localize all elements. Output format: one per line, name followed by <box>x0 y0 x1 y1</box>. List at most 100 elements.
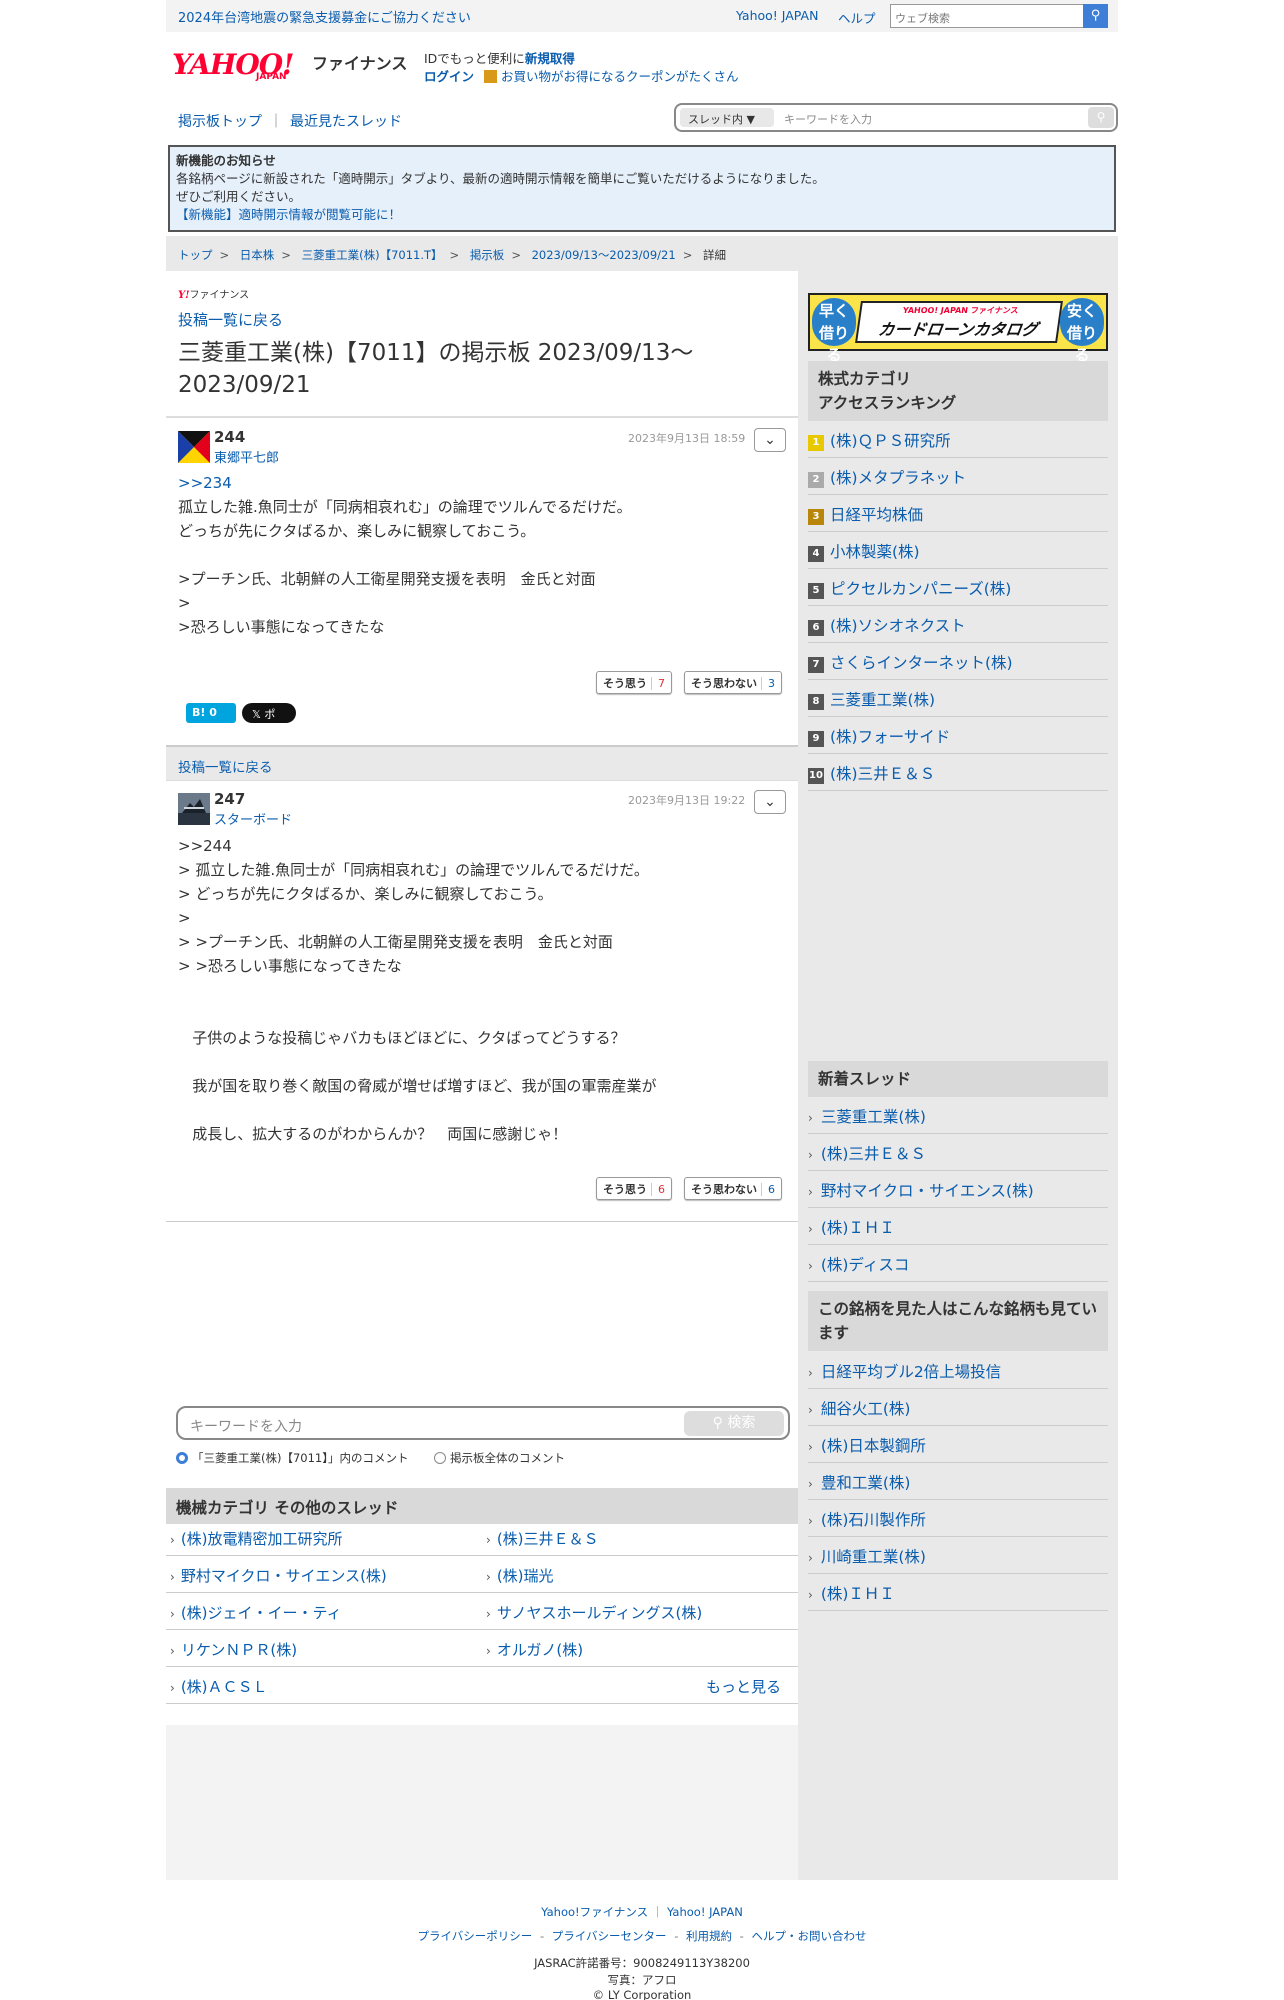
also-viewed-link[interactable]: (株)石川製作所 <box>808 1500 1108 1537</box>
ranking-item[interactable]: 7 さくらインターネット(株) <box>808 643 1108 680</box>
disagree-button[interactable]: そう思わない 6 <box>684 1177 782 1200</box>
breadcrumb-jp-stocks[interactable]: 日本株 <box>240 248 275 262</box>
board-search-input[interactable]: キーワードを入力 <box>784 111 872 127</box>
footer-yj-link[interactable]: Yahoo! JAPAN <box>667 1905 743 1919</box>
back-to-list-bar[interactable]: 投稿一覧に戻る <box>166 745 798 781</box>
ranking-item[interactable]: 1 (株)ＱＰＳ研究所 <box>808 421 1108 458</box>
avatar[interactable] <box>178 793 210 825</box>
new-thread-link[interactable]: (株)ＩＨＩ <box>808 1208 1108 1245</box>
ad-right-badge: 安く借りる <box>1060 298 1104 364</box>
new-thread-link[interactable]: 三菱重工業(株) <box>808 1097 1108 1134</box>
other-thread-link[interactable]: (株)ジェイ・イー・ティ <box>170 1602 342 1623</box>
ranking-item[interactable]: 9 (株)フォーサイド <box>808 717 1108 754</box>
scope-radio-thread[interactable]: 「三菱重工業(株)【7011】」内のコメント <box>176 1450 409 1466</box>
notice-line: ぜひご利用ください。 <box>176 189 302 204</box>
board-search: スレッド内 ▼ キーワードを入力 ⚲ <box>674 103 1118 132</box>
also-viewed-link[interactable]: 細谷火工(株) <box>808 1389 1108 1426</box>
hatena-bookmark-button[interactable]: B! 0 <box>186 703 236 723</box>
divider <box>166 1221 798 1222</box>
also-viewed-link[interactable]: 豊和工業(株) <box>808 1463 1108 1500</box>
footer-finance-link[interactable]: Yahoo!ファイナンス <box>541 1905 648 1919</box>
finance-title[interactable]: ファイナンス <box>312 50 407 74</box>
other-thread-link[interactable]: (株)放電精密加工研究所 <box>170 1528 343 1549</box>
ad-space <box>808 796 1108 1051</box>
breadcrumb-stock[interactable]: 三菱重工業(株)【7011.T】 <box>302 248 443 262</box>
post-number[interactable]: 247 <box>214 790 245 808</box>
rank-9-badge: 9 <box>808 731 824 747</box>
scope-radio-all[interactable]: 掲示板全体のコメント <box>434 1450 565 1466</box>
terms-link[interactable]: 利用規約 <box>686 1929 732 1943</box>
ranking-item[interactable]: 6 (株)ソシオネクスト <box>808 606 1108 643</box>
also-viewed-link[interactable]: 日経平均ブル2倍上場投信 <box>808 1352 1108 1389</box>
new-thread-link[interactable]: 野村マイクロ・サイエンス(株) <box>808 1171 1108 1208</box>
donation-notice-link[interactable]: 2024年台湾地震の緊急支援募金にご協力ください <box>178 7 471 26</box>
avatar[interactable] <box>178 431 210 463</box>
other-thread-link[interactable]: (株)瑞光 <box>486 1565 554 1586</box>
login-row: ログイン お買い物がお得になるクーポンがたくさん <box>424 66 739 85</box>
copyright: © LY Corporation <box>592 1988 692 2000</box>
card-loan-ad-banner[interactable]: 早く借りる YAHOO! JAPAN ファイナンス カードローンカタログ 安く借… <box>808 293 1108 364</box>
x-post-button[interactable]: 𝕏 ポスト <box>242 703 296 737</box>
also-viewed-link[interactable]: (株)ＩＨＩ <box>808 1574 1108 1611</box>
reply-link[interactable]: >>234 <box>178 471 232 495</box>
other-thread-link[interactable]: 野村マイクロ・サイエンス(株) <box>170 1565 387 1586</box>
login-link[interactable]: ログイン <box>424 69 474 84</box>
top-bar: 2024年台湾地震の緊急支援募金にご協力ください Yahoo! JAPAN ヘル… <box>166 0 1118 32</box>
privacy-policy-link[interactable]: プライバシーポリシー <box>418 1929 533 1943</box>
post-author[interactable]: スターボード <box>214 809 292 828</box>
other-thread-link[interactable]: (株)三井Ｅ＆Ｓ <box>486 1528 599 1549</box>
disagree-button[interactable]: そう思わない 3 <box>684 671 782 694</box>
web-search-button[interactable]: ⚲ <box>1083 4 1108 28</box>
notice-title: 新機能のお知らせ <box>176 153 276 168</box>
board-search-button[interactable]: ⚲ <box>1088 107 1114 128</box>
board-top-link[interactable]: 掲示板トップ <box>178 114 262 130</box>
ranking-item[interactable]: 8 三菱重工業(株) <box>808 680 1108 717</box>
other-thread-link[interactable]: サノヤスホールディングス(株) <box>486 1602 702 1623</box>
agree-count: 7 <box>651 677 665 690</box>
also-viewed-link[interactable]: 川崎重工業(株) <box>808 1537 1108 1574</box>
privacy-center-link[interactable]: プライバシーセンター <box>552 1929 667 1943</box>
other-threads-heading: 機械カテゴリ その他のスレッド <box>166 1488 798 1524</box>
ranking-item[interactable]: 10 (株)三井Ｅ＆Ｓ <box>808 754 1108 791</box>
agree-button[interactable]: そう思う 7 <box>596 671 672 694</box>
yahoo-japan-link[interactable]: Yahoo! JAPAN <box>736 8 818 23</box>
notice-link[interactable]: 【新機能】適時開示情報が閲覧可能に！ <box>176 206 1108 224</box>
post-author[interactable]: 東郷平七郎 <box>214 447 279 466</box>
rank-6-badge: 6 <box>808 620 824 636</box>
coupon-icon <box>484 70 498 83</box>
divider <box>166 1629 798 1630</box>
register-link[interactable]: 新規取得 <box>525 51 575 66</box>
recent-threads-link[interactable]: 最近見たスレッド <box>290 114 402 130</box>
ranking-item[interactable]: 2 (株)メタプラネット <box>808 458 1108 495</box>
divider <box>166 1555 798 1556</box>
new-thread-link[interactable]: (株)ディスコ <box>808 1245 1108 1282</box>
ranking-item[interactable]: 3 日経平均株価 <box>808 495 1108 532</box>
also-viewed-link[interactable]: (株)日本製鋼所 <box>808 1426 1108 1463</box>
rank-2-badge: 2 <box>808 472 824 488</box>
web-search-input[interactable]: ウェブ検索 <box>890 4 1084 28</box>
ad-center: YAHOO! JAPAN ファイナンス カードローンカタログ <box>855 301 1063 343</box>
coupon-link[interactable]: お買い物がお得になるクーポンがたくさん <box>501 69 739 84</box>
more-threads-link[interactable]: もっと見る <box>706 1676 781 1697</box>
bottom-search-button[interactable]: ⚲ 検索 <box>684 1411 784 1436</box>
bottom-search-input[interactable]: キーワードを入力 <box>190 1416 302 1436</box>
ranking-item[interactable]: 5 ピクセルカンパニーズ(株) <box>808 569 1108 606</box>
search-scope-select[interactable]: スレッド内 ▼ <box>680 108 774 127</box>
back-to-list-link[interactable]: 投稿一覧に戻る <box>178 309 283 330</box>
ranking-item[interactable]: 4 小林製薬(株) <box>808 532 1108 569</box>
new-thread-link[interactable]: (株)三井Ｅ＆Ｓ <box>808 1134 1108 1171</box>
post-date: 2023年9月13日 18:59 <box>628 432 746 445</box>
post-menu-button[interactable]: ⌄ <box>754 790 786 814</box>
other-thread-link[interactable]: リケンＮＰＲ(株) <box>170 1639 297 1660</box>
yahoo-japan-logo[interactable]: YAHOO! JAPAN <box>172 48 310 82</box>
other-thread-link[interactable]: オルガノ(株) <box>486 1639 583 1660</box>
other-thread-link[interactable]: (株)ＡＣＳＬ <box>170 1676 268 1697</box>
breadcrumb-top[interactable]: トップ <box>178 248 213 262</box>
post-number[interactable]: 244 <box>214 428 245 446</box>
help-contact-link[interactable]: ヘルプ・お問い合わせ <box>751 1929 866 1943</box>
help-link[interactable]: ヘルプ <box>838 8 876 27</box>
breadcrumb-board[interactable]: 掲示板 <box>470 248 505 262</box>
breadcrumb-period[interactable]: 2023/09/13〜2023/09/21 <box>532 248 676 262</box>
agree-button[interactable]: そう思う 6 <box>596 1177 672 1200</box>
post-menu-button[interactable]: ⌄ <box>754 428 786 452</box>
